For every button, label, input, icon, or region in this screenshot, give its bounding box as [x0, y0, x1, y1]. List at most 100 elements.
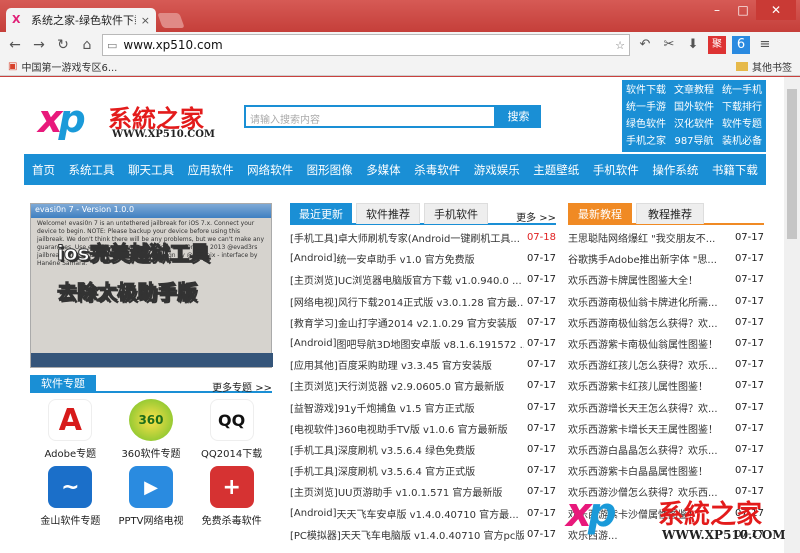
nav-item[interactable]: 手机软件: [593, 162, 639, 178]
tutorial-row[interactable]: 欢乐西游白晶晶怎么获得？欢乐... 07-17: [568, 439, 764, 460]
cut-icon[interactable]: ✂: [660, 36, 678, 54]
row-title[interactable]: 风行下载2014正式版 v3.0.1.28 官方最...: [338, 294, 524, 309]
quick-link[interactable]: 软件下载: [622, 82, 670, 99]
new-tab-button[interactable]: [157, 13, 185, 28]
tab-mobile[interactable]: 手机软件: [424, 203, 488, 224]
row-title[interactable]: 欢乐西游白晶晶怎么获得？欢乐...: [568, 442, 732, 457]
forward-icon[interactable]: →: [30, 37, 48, 53]
update-row[interactable]: [Android] 统一安卓助手 v1.0 官方免费版 07-17: [290, 248, 556, 269]
topic-item[interactable]: ▶ PPTV网络电视: [111, 466, 192, 527]
quick-link[interactable]: 统一手机: [718, 82, 766, 99]
row-title[interactable]: 天天飞车安卓版 v1.4.0.40710 官方最...: [336, 506, 524, 521]
update-row[interactable]: [Android] 图吧导航3D地图安卓版 v8.1.6.191572 ... 0…: [290, 333, 556, 354]
menu-icon[interactable]: ≡: [756, 36, 774, 54]
nav-item[interactable]: 应用软件: [188, 162, 234, 178]
nav-item[interactable]: 图形图像: [307, 162, 353, 178]
update-row[interactable]: [主页浏览] UU页游助手 v1.0.1.571 官方最新版 07-17: [290, 481, 556, 502]
nav-item[interactable]: 操作系统: [652, 162, 698, 178]
quick-link[interactable]: 国外软件: [670, 99, 718, 116]
update-row[interactable]: [益智游戏] 91y千炮捕鱼 v1.5 官方正式版 07-17: [290, 397, 556, 418]
row-title[interactable]: 天行浏览器 v2.9.0605.0 官方最新版: [338, 378, 524, 393]
close-window-button[interactable]: ✕: [756, 0, 796, 20]
site-logo[interactable]: xp 系統之家 WWW.XP510.COM: [36, 95, 215, 145]
topic-item[interactable]: ~ 金山软件专题: [30, 466, 111, 527]
home-icon[interactable]: ⌂: [78, 37, 96, 53]
update-row[interactable]: [手机工具] 卓大师刷机专家(Android一键刷机工具... 07-18: [290, 227, 556, 248]
row-title[interactable]: 天天飞车电脑版 v1.4.0.40710 官方pc版: [341, 527, 524, 542]
bookmark-item[interactable]: ▣ 中国第一游戏专区6...: [8, 59, 117, 74]
quick-link[interactable]: 手机之家: [622, 133, 670, 150]
row-title[interactable]: 深度刷机 v3.5.6.4 绿色免费版: [338, 442, 524, 457]
nav-item[interactable]: 书籍下载: [712, 162, 758, 178]
more-topics-link[interactable]: 更多专题 >>: [212, 379, 272, 394]
nav-item[interactable]: 网络软件: [247, 162, 293, 178]
update-row[interactable]: [网络电视] 风行下载2014正式版 v3.0.1.28 官方最... 07-17: [290, 291, 556, 312]
tab-recommended[interactable]: 软件推荐: [356, 203, 420, 224]
nav-item[interactable]: 系统工具: [69, 162, 115, 178]
undo-icon[interactable]: ↶: [636, 36, 654, 54]
tab-close-icon[interactable]: ×: [141, 14, 150, 27]
row-title[interactable]: 91y千炮捕鱼 v1.5 官方正式版: [338, 400, 524, 415]
tutorial-row[interactable]: 欢乐西游南极仙翁卡牌进化所需... 07-17: [568, 291, 764, 312]
row-title[interactable]: 欢乐西游紫卡白晶晶属性图鉴！: [568, 463, 732, 478]
url-text[interactable]: www.xp510.com: [123, 38, 609, 52]
row-title[interactable]: 谷歌携手Adobe推出新字体 "思...: [568, 251, 732, 266]
tutorial-row[interactable]: 欢乐西游南极仙翁怎么获得？欢... 07-17: [568, 312, 764, 333]
tutorial-row[interactable]: 王思聪陆网络爆红 "我交朋友不... 07-17: [568, 227, 764, 248]
reload-icon[interactable]: ↻: [54, 37, 72, 53]
tutorial-row[interactable]: 欢乐西游增长天王怎么获得？欢... 07-17: [568, 397, 764, 418]
star-icon[interactable]: ☆: [615, 39, 625, 52]
update-row[interactable]: [电视软件] 360电视助手TV版 v1.0.6 官方最新版 07-17: [290, 418, 556, 439]
quick-link[interactable]: 装机必备: [718, 133, 766, 150]
page-scrollbar[interactable]: [784, 77, 800, 553]
tab-latest-tutorials[interactable]: 最新教程: [568, 203, 632, 224]
nav-item[interactable]: 杀毒软件: [414, 162, 460, 178]
tutorial-row[interactable]: 欢乐西游紫卡红孩儿属性图鉴！ 07-17: [568, 375, 764, 396]
tutorial-row[interactable]: 欢乐西游紫卡白晶晶属性图鉴！ 07-17: [568, 460, 764, 481]
row-title[interactable]: 欢乐西游红孩儿怎么获得？欢乐...: [568, 357, 732, 372]
row-title[interactable]: 深度刷机 v3.5.6.4 官方正式版: [338, 463, 524, 478]
row-title[interactable]: 欢乐西游增长天王怎么获得？欢...: [568, 400, 732, 415]
row-title[interactable]: UU页游助手 v1.0.1.571 官方最新版: [338, 484, 524, 499]
other-bookmarks[interactable]: 其他书签: [736, 59, 792, 74]
row-title[interactable]: 王思聪陆网络爆红 "我交朋友不...: [568, 230, 732, 245]
row-title[interactable]: UC浏览器电脑版官方下载 v1.0.940.0 ...: [338, 272, 524, 287]
quick-link[interactable]: 987导航: [670, 133, 718, 150]
extension-icon[interactable]: 聚: [708, 36, 726, 54]
row-title[interactable]: 百度采购助理 v3.3.45 官方安装版: [338, 357, 524, 372]
tutorial-row[interactable]: 谷歌携手Adobe推出新字体 "思... 07-17: [568, 248, 764, 269]
tutorial-row[interactable]: 欢乐西游紫卡增长天王属性图鉴！ 07-17: [568, 418, 764, 439]
extension2-icon[interactable]: 6: [732, 36, 750, 54]
back-icon[interactable]: ←: [6, 37, 24, 53]
row-title[interactable]: 欢乐西游紫卡增长天王属性图鉴！: [568, 421, 732, 436]
search-button[interactable]: 搜索: [496, 105, 541, 128]
tab-recommended-tutorials[interactable]: 教程推荐: [636, 203, 704, 224]
update-row[interactable]: [教育学习] 金山打字通2014 v2.1.0.29 官方安装版 07-17: [290, 312, 556, 333]
nav-item[interactable]: 聊天工具: [128, 162, 174, 178]
address-bar[interactable]: ▭ www.xp510.com ☆: [102, 34, 630, 56]
download-icon[interactable]: ⬇: [684, 36, 702, 54]
row-title[interactable]: 欢乐西游紫卡红孩儿属性图鉴！: [568, 378, 732, 393]
topic-item[interactable]: 360 360软件专题: [111, 399, 192, 460]
row-title[interactable]: 欢乐西游南极仙翁怎么获得？欢...: [568, 315, 732, 330]
nav-item[interactable]: 多媒体: [366, 162, 401, 178]
tutorial-row[interactable]: 欢乐西游红孩儿怎么获得？欢乐... 07-17: [568, 354, 764, 375]
more-updates-link[interactable]: 更多 >>: [516, 209, 556, 224]
update-row[interactable]: [Android] 天天飞车安卓版 v1.4.0.40710 官方最... 07-…: [290, 502, 556, 523]
quick-link[interactable]: 文章教程: [670, 82, 718, 99]
nav-item[interactable]: 主题壁纸: [533, 162, 579, 178]
row-title[interactable]: 360电视助手TV版 v1.0.6 官方最新版: [338, 421, 524, 436]
quick-link[interactable]: 绿色软件: [622, 116, 670, 133]
row-title[interactable]: 金山打字通2014 v2.1.0.29 官方安装版: [338, 315, 524, 330]
update-row[interactable]: [应用其他] 百度采购助理 v3.3.45 官方安装版 07-17: [290, 354, 556, 375]
tab-latest[interactable]: 最近更新: [290, 203, 352, 224]
update-row[interactable]: [手机工具] 深度刷机 v3.5.6.4 绿色免费版 07-17: [290, 439, 556, 460]
row-title[interactable]: 欢乐西游紫卡南极仙翁属性图鉴！: [568, 336, 732, 351]
tutorial-row[interactable]: 欢乐西游紫卡南极仙翁属性图鉴！ 07-17: [568, 333, 764, 354]
nav-item[interactable]: 游戏娱乐: [474, 162, 520, 178]
nav-item[interactable]: 首页: [32, 162, 55, 178]
minimize-button[interactable]: –: [704, 0, 730, 20]
topic-item[interactable]: + 免费杀毒软件: [191, 466, 272, 527]
quick-link[interactable]: 统一手游: [622, 99, 670, 116]
update-row[interactable]: [主页浏览] 天行浏览器 v2.9.0605.0 官方最新版 07-17: [290, 375, 556, 396]
